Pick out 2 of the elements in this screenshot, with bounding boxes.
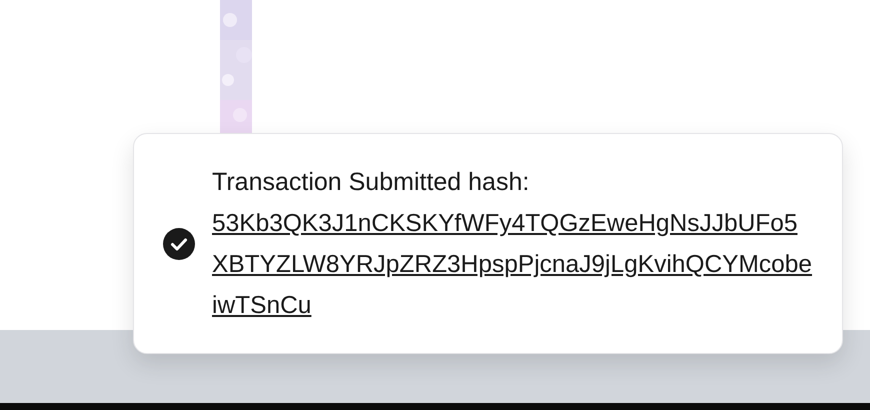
toast-title: Transaction Submitted hash:: [212, 166, 530, 198]
hash-link[interactable]: 53Kb3QK3J1nCKSKYfWFy4TQGzEweHgNsJJbUFo5XBTYZLW8YRJpZRZ3HpspPjcnaJ9jLgKvihQCYMcobeiwTSnCu: [212, 202, 812, 326]
